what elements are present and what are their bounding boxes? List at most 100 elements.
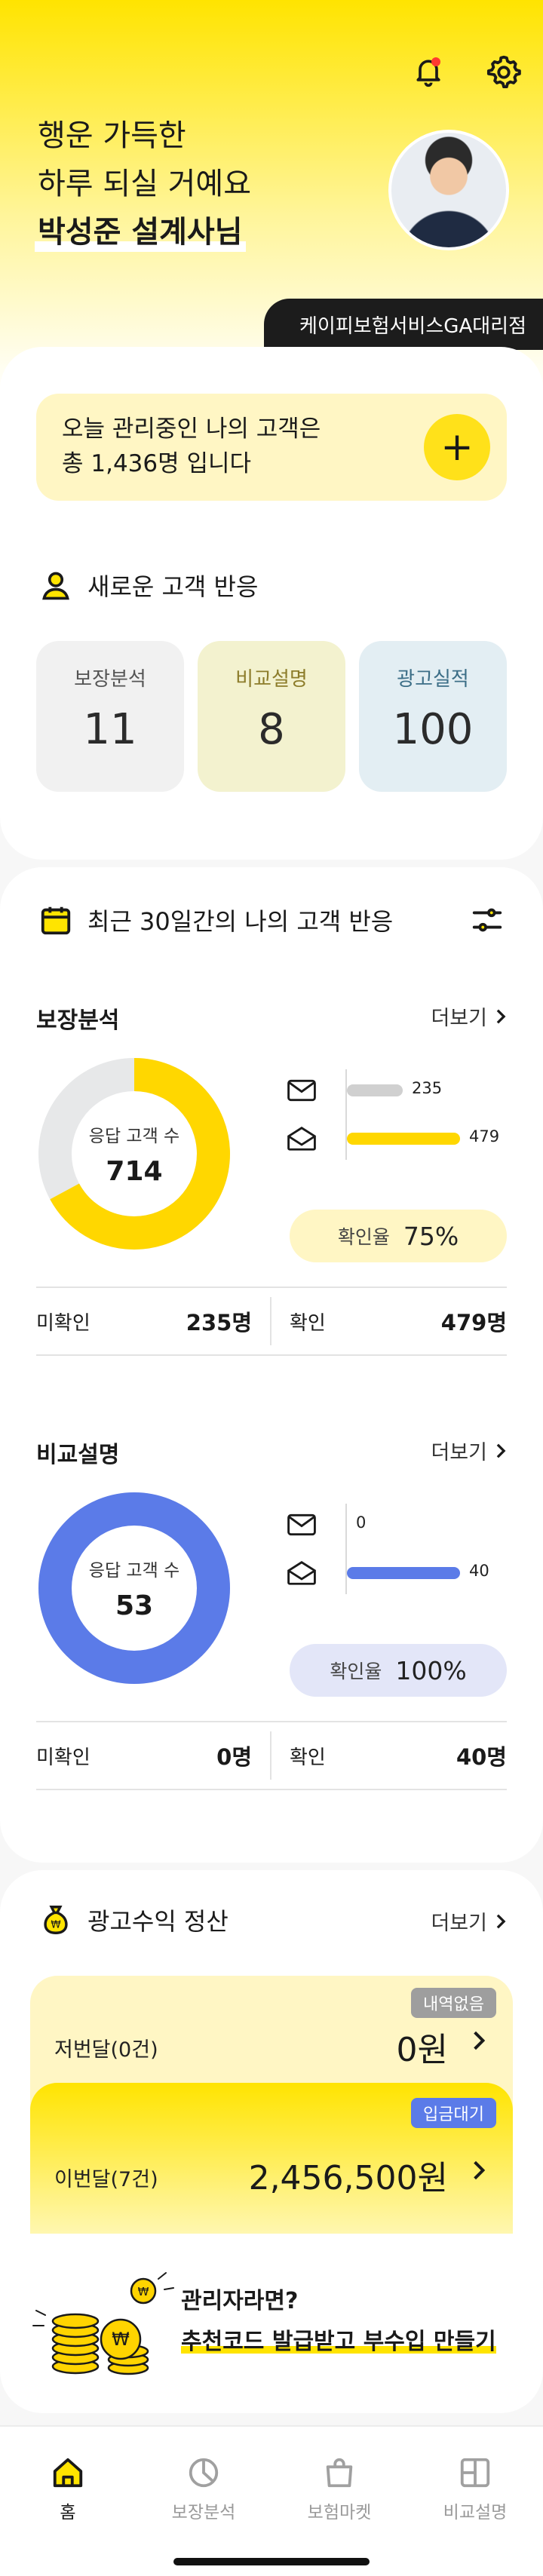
new-reactions-title: 새로운 고객 반응	[87, 572, 259, 601]
confirmed-label: 확인	[290, 1746, 326, 1769]
greeting: 행운 가득한 하루 되실 거예요 박성준 설계사님	[35, 112, 252, 256]
more-label: 더보기	[431, 1912, 487, 1935]
settlement-label: 이번달(7건)	[54, 2168, 158, 2191]
bar-read	[347, 1133, 460, 1145]
chevron-right-icon	[468, 2155, 490, 2185]
donut-value: 53	[115, 1590, 154, 1621]
svg-text:₩: ₩	[112, 2329, 130, 2350]
more-link[interactable]: 더보기	[431, 1906, 507, 1936]
unconfirmed-value: 0명	[216, 1744, 252, 1770]
mail-closed-icon	[287, 1075, 317, 1106]
user-name: 박성준 설계사님	[35, 208, 246, 256]
bar-unread	[347, 1084, 403, 1096]
donut-chart: 응답 고객 수 714	[36, 1056, 232, 1252]
customer-summary: 오늘 관리중인 나의 고객은 총 1,436명 입니다 +	[36, 394, 507, 501]
nav-item-comparison[interactable]: 비교설명	[407, 2455, 543, 2523]
donut-label: 응답 고객 수	[88, 1126, 180, 1146]
bar-unread-value: 235	[412, 1079, 443, 1097]
bottom-nav: 홈 보장분석 보험마켓 비교설명	[0, 2425, 543, 2576]
more-link[interactable]: 더보기	[431, 1001, 507, 1031]
greeting-line-1: 행운 가득한	[38, 118, 186, 153]
more-label: 더보기	[431, 1007, 487, 1030]
svg-text:₩: ₩	[138, 2285, 149, 2298]
mail-closed-icon	[287, 1510, 317, 1540]
bar-chart: 235 479	[287, 1069, 513, 1160]
home-indicator	[173, 2558, 370, 2565]
confirm-split: 미확인 0명 확인 40명	[36, 1721, 507, 1790]
stat-label: 보장분석	[74, 668, 146, 691]
add-customer-button[interactable]: +	[424, 414, 490, 480]
rate-value: 75%	[403, 1221, 459, 1251]
unconfirmed-value: 235명	[186, 1310, 252, 1336]
person-icon	[36, 566, 75, 605]
filter-button[interactable]	[466, 899, 508, 941]
donut-label: 응답 고객 수	[88, 1560, 180, 1581]
nav-label: 보험마켓	[307, 2503, 372, 2522]
this-month-settlement[interactable]: 입금대기 이번달(7건) 2,456,500원	[30, 2083, 513, 2234]
stat-card-coverage[interactable]: 보장분석 11	[36, 641, 184, 792]
confirm-rate: 확인율 75%	[290, 1210, 507, 1262]
nav-item-market[interactable]: 보험마켓	[272, 2455, 407, 2523]
summary-line-2: 총 1,436명 입니다	[62, 450, 252, 477]
home-icon	[53, 2458, 83, 2488]
recent-reactions-card: 최근 30일간의 나의 고객 반응 보장분석 더보기 응답 고객 수 714 2…	[0, 867, 543, 1863]
gear-icon	[486, 55, 521, 88]
block-title: 비교설명	[36, 1442, 120, 1468]
unconfirmed-label: 미확인	[36, 1311, 90, 1335]
settlement-amount: 2,456,500원	[248, 2159, 448, 2197]
notification-dot	[431, 57, 440, 66]
status-badge: 입금대기	[411, 2098, 496, 2128]
status-badge: 내역없음	[411, 1988, 496, 2018]
pie-chart-icon	[189, 2458, 219, 2488]
rate-label: 확인율	[337, 1226, 390, 1248]
confirmed-label: 확인	[290, 1311, 326, 1335]
settlement-label: 저번달(0건)	[54, 2038, 158, 2062]
nav-label: 보장분석	[171, 2503, 236, 2522]
nav-label: 비교설명	[443, 2503, 508, 2522]
greeting-line-2: 하루 되실 거예요	[38, 167, 252, 201]
mail-open-icon	[287, 1124, 317, 1154]
chevron-right-icon	[496, 1914, 506, 1928]
confirm-rate: 확인율 100%	[290, 1644, 507, 1697]
shopping-bag-icon	[326, 2458, 353, 2488]
referral-promo[interactable]: ₩ ₩ 관리자라면? 추천코드 발급받고 부수입 만들기	[30, 2262, 513, 2383]
confirmed-value: 479명	[440, 1310, 507, 1336]
stat-card-ads[interactable]: 광고실적 100	[359, 641, 507, 792]
confirmed-value: 40명	[456, 1744, 507, 1770]
nav-item-home[interactable]: 홈	[0, 2455, 136, 2523]
recent-title: 최근 30일간의 나의 고객 반응	[87, 907, 394, 936]
rate-value: 100%	[395, 1655, 467, 1685]
chevron-right-icon	[496, 1443, 506, 1458]
stat-value: 8	[258, 705, 285, 754]
notification-button[interactable]	[407, 50, 449, 92]
calendar-icon	[36, 900, 75, 940]
avatar[interactable]	[388, 130, 509, 250]
stat-label: 비교설명	[235, 668, 308, 691]
stat-label: 광고실적	[397, 668, 469, 691]
unconfirmed-label: 미확인	[36, 1746, 90, 1769]
bar-read	[347, 1567, 460, 1579]
bar-chart: 0 40	[287, 1504, 513, 1594]
donut-chart: 응답 고객 수 53	[36, 1490, 232, 1686]
stat-value: 11	[83, 705, 137, 754]
settings-button[interactable]	[483, 50, 525, 92]
settlement-amount: 0원	[396, 2031, 448, 2069]
nav-item-coverage[interactable]: 보장분석	[136, 2455, 272, 2523]
mail-open-icon	[287, 1558, 317, 1588]
bar-read-value: 40	[469, 1562, 489, 1580]
more-link[interactable]: 더보기	[431, 1436, 507, 1465]
overview-card: 오늘 관리중인 나의 고객은 총 1,436명 입니다 + 새로운 고객 반응 …	[0, 347, 543, 860]
donut-value: 714	[106, 1155, 163, 1187]
agency-badge: 케이피보험서비스GA대리점	[264, 299, 543, 350]
svg-text:₩: ₩	[51, 1920, 60, 1931]
sliders-icon	[472, 908, 502, 932]
new-reactions-header: 새로운 고객 반응	[36, 566, 258, 605]
ad-revenue-title: 광고수익 정산	[87, 1907, 229, 1936]
stat-card-comparison[interactable]: 비교설명 8	[198, 641, 345, 792]
money-bag-icon: ₩	[36, 1900, 75, 1940]
bar-row-unread	[287, 1510, 513, 1540]
nav-label: 홈	[60, 2503, 76, 2522]
more-label: 더보기	[431, 1441, 487, 1464]
recent-header: 최근 30일간의 나의 고객 반응	[36, 900, 393, 940]
promo-subline: 추천코드 발급받고 부수입 만들기	[181, 2329, 496, 2355]
